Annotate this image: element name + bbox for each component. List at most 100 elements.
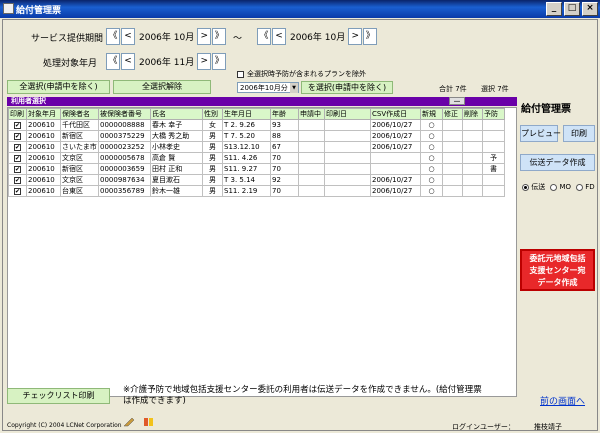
col-header[interactable]: 印刷 [8, 108, 27, 120]
cell-name: 大橋 秀之助 [150, 130, 203, 142]
table-row[interactable]: ✔ 200610 新宿区 0000003659 田村 正和 男 S11. 9.2… [8, 163, 505, 175]
print-checkbox[interactable]: ✔ [14, 188, 21, 195]
cell-birth: T 7. 5.20 [222, 130, 271, 142]
print-checkbox[interactable]: ✔ [14, 144, 21, 151]
cell-prevention: 予 [482, 152, 505, 164]
exclude-plan-option[interactable]: 全選択時予防が含まれるプランを除外 [237, 69, 366, 79]
table-row[interactable]: ✔ 200610 新宿区 0000375229 大橋 秀之助 男 T 7. 5.… [8, 130, 505, 142]
cell-mod [442, 141, 463, 153]
col-header[interactable]: 生年月日 [222, 108, 271, 120]
minimize-button[interactable]: _ [546, 2, 562, 16]
col-header[interactable]: 印刷日 [324, 108, 371, 120]
exclude-plan-label: 全選択時予防が含まれるプランを除外 [247, 70, 366, 78]
radio-dot-icon [522, 183, 529, 191]
print-checkbox[interactable]: ✔ [14, 155, 21, 162]
pencil-icon[interactable] [123, 417, 135, 427]
cell-del [462, 174, 483, 186]
table-row[interactable]: ✔ 200610 さいたま市 0000023252 小林孝史 男 S13.12.… [8, 141, 505, 153]
print-checkbox[interactable]: ✔ [14, 177, 21, 184]
next-button[interactable]: > [197, 53, 212, 70]
col-header[interactable]: 氏名 [150, 108, 203, 120]
col-header[interactable]: 申請中 [298, 108, 325, 120]
print-checkbox[interactable]: ✔ [14, 122, 21, 129]
cell-del [462, 130, 483, 142]
cell-ym: 200610 [26, 141, 61, 153]
select-all-button[interactable]: 全選択(申請中を除く) [7, 80, 110, 94]
cell-csv: 2006/10/27 [370, 174, 421, 186]
cell-pending [298, 119, 325, 131]
radio-fd[interactable]: FD [576, 183, 595, 191]
first-button[interactable]: 《 [257, 28, 271, 45]
col-header[interactable]: 性別 [202, 108, 223, 120]
cell-name: 鈴木一雄 [150, 185, 203, 197]
cell-birth: S11. 2.19 [222, 185, 271, 197]
checklist-print-button[interactable]: チェックリスト印刷 [7, 388, 110, 404]
cell-printdate [324, 119, 371, 131]
note-text: ※介護予防で地域包括支援センター委託の利用者は伝送データを作成できません。(給付… [123, 385, 482, 406]
col-header[interactable]: 対象年月 [26, 108, 61, 120]
process-label: 処理対象年月 [43, 59, 98, 69]
last-button[interactable]: 》 [212, 53, 227, 70]
preview-button[interactable]: プレビュー [520, 125, 561, 142]
col-header[interactable]: 年齢 [270, 108, 299, 120]
select-by-month-button[interactable]: を選択(申請中を除く) [301, 81, 393, 94]
print-checkbox[interactable]: ✔ [14, 133, 21, 140]
grid-title: 利用者選択 [11, 97, 46, 105]
last-button[interactable]: 》 [212, 28, 227, 45]
cell-mod [442, 119, 463, 131]
table-row[interactable]: ✔ 200610 千代田区 0000008888 春木 幸子 女 T 2. 9.… [8, 119, 505, 131]
dropdown-arrow-icon[interactable]: ▼ [290, 83, 298, 93]
next-button[interactable]: > [197, 28, 212, 45]
cell-sex: 男 [202, 130, 223, 142]
col-header[interactable]: 予防 [482, 108, 505, 120]
cell-number: 0000008888 [98, 119, 151, 131]
cell-csv [370, 163, 421, 175]
cell-mod [442, 152, 463, 164]
month-select[interactable]: 2006年10月分 ▼ [237, 82, 299, 93]
radio-dot-icon [576, 183, 584, 191]
cell-age: 70 [270, 163, 299, 175]
prev-button[interactable]: < [121, 28, 135, 45]
next-button[interactable]: > [348, 28, 363, 45]
print-checkbox[interactable]: ✔ [14, 166, 21, 173]
tilde: ～ [233, 34, 243, 44]
close-button[interactable]: × [582, 2, 598, 16]
service-from-value: 2006年 10月 [139, 33, 195, 43]
col-header[interactable]: CSV作成日 [370, 108, 421, 120]
table-row[interactable]: ✔ 200610 台東区 0000356789 鈴木一雄 男 S11. 2.19… [8, 185, 505, 197]
center-data-button[interactable]: 委託元地域包括 支援センター宛 データ作成 [520, 249, 595, 291]
more-button[interactable]: … [449, 97, 465, 105]
prev-button[interactable]: < [121, 53, 135, 70]
prev-button[interactable]: < [272, 28, 286, 45]
cell-printdate [324, 141, 371, 153]
first-button[interactable]: 《 [106, 28, 120, 45]
cell-printdate [324, 130, 371, 142]
maximize-button[interactable]: □ [564, 2, 580, 16]
exclude-plan-checkbox[interactable] [237, 70, 244, 78]
col-header[interactable]: 新規 [420, 108, 443, 120]
cell-number: 0000003659 [98, 163, 151, 175]
table-row[interactable]: ✔ 200610 文京区 0000987634 夏目漱石 男 T 3. 5.14… [8, 174, 505, 186]
back-link[interactable]: 前の画面へ [540, 394, 585, 407]
cell-new: ○ [420, 119, 443, 131]
cell-sex: 男 [202, 185, 223, 197]
col-header[interactable]: 修正 [442, 108, 463, 120]
window-controls: _ □ × [546, 2, 598, 16]
radio-transfer[interactable]: 伝送 [522, 182, 545, 192]
cell-age: 67 [270, 141, 299, 153]
col-header[interactable]: 被保険者番号 [98, 108, 151, 120]
selected-count: 選択 7件 [481, 85, 509, 93]
table-row[interactable]: ✔ 200610 文京区 0000005678 高倉 賢 男 S11. 4.26… [8, 152, 505, 164]
book-icon[interactable] [143, 417, 155, 427]
col-header[interactable]: 保険者名 [60, 108, 99, 120]
last-button[interactable]: 》 [363, 28, 378, 45]
cell-new: ○ [420, 185, 443, 197]
transfer-data-button[interactable]: 伝送データ作成 [520, 154, 595, 171]
radio-mo[interactable]: MO [550, 183, 571, 191]
first-button[interactable]: 《 [106, 53, 120, 70]
col-header[interactable]: 削除 [462, 108, 483, 120]
cell-pending [298, 130, 325, 142]
print-button[interactable]: 印刷 [563, 125, 595, 142]
cell-age: 92 [270, 174, 299, 186]
clear-all-button[interactable]: 全選択解除 [113, 80, 211, 94]
